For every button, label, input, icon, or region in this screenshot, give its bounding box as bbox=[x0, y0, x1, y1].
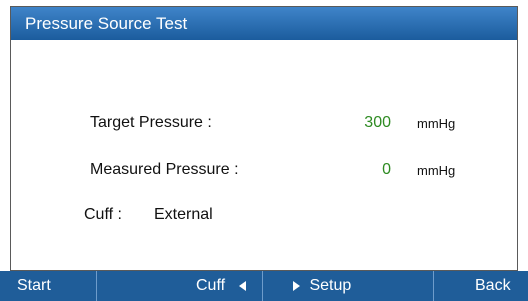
measured-pressure-unit: mmHg bbox=[417, 163, 456, 178]
target-pressure-value[interactable]: 300 bbox=[331, 114, 391, 132]
softkey-bar: Start Cuff Setup Back bbox=[0, 271, 528, 301]
dialog-panel: Pressure Source Test Target Pressure : 3… bbox=[10, 6, 518, 271]
dialog-title: Pressure Source Test bbox=[11, 7, 517, 40]
softkey-divider bbox=[96, 271, 97, 301]
setup-button[interactable]: Setup bbox=[293, 271, 351, 301]
softkey-divider bbox=[262, 271, 263, 301]
target-pressure-label: Target Pressure : bbox=[90, 114, 212, 131]
arrow-right-icon bbox=[293, 280, 300, 291]
softkey-divider bbox=[433, 271, 434, 301]
cuff-button[interactable]: Cuff bbox=[196, 271, 246, 301]
setup-button-label: Setup bbox=[309, 277, 352, 294]
target-pressure-unit: mmHg bbox=[417, 116, 456, 131]
back-button[interactable]: Back bbox=[475, 271, 511, 301]
arrow-left-icon bbox=[238, 280, 246, 291]
cuff-value[interactable]: External bbox=[154, 206, 213, 224]
cuff-button-label: Cuff bbox=[196, 277, 226, 294]
measured-pressure-value: 0 bbox=[382, 161, 391, 178]
cuff-label: Cuff : bbox=[84, 206, 122, 223]
start-button[interactable]: Start bbox=[17, 271, 51, 301]
measured-pressure-label: Measured Pressure : bbox=[90, 161, 239, 178]
